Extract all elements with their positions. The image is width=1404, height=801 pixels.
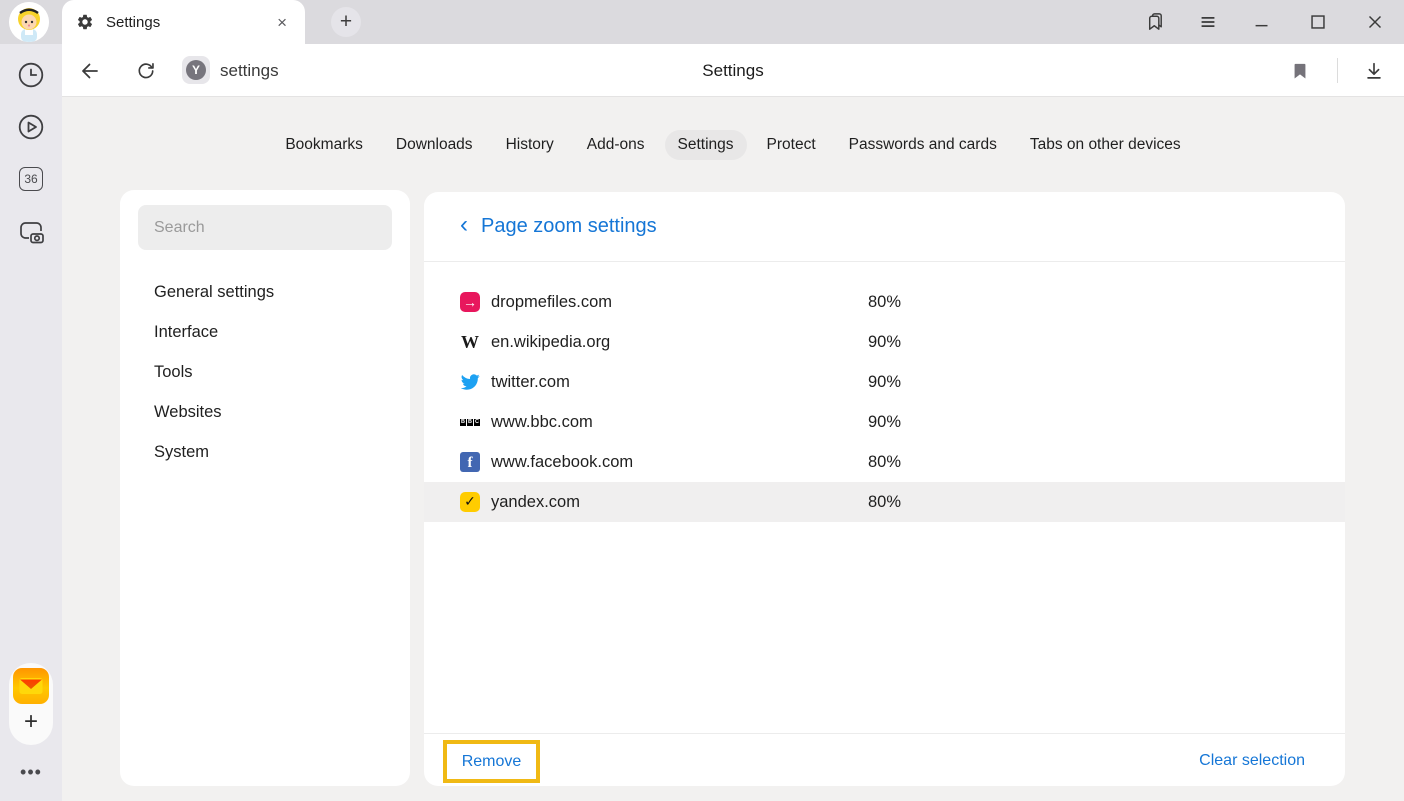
menu-icon[interactable] — [1196, 10, 1220, 34]
sidebar-item-interface[interactable]: Interface — [120, 312, 410, 352]
back-icon[interactable] — [77, 58, 103, 84]
zoom-sites-list: → W BBC f ✓ dropmefiles.com 80% → W BBC … — [424, 262, 1345, 522]
zoom-site-row[interactable]: → W BBC f ✓ www.facebook.com 80% — [424, 442, 1345, 482]
wikipedia-favicon: W — [461, 332, 479, 353]
nav-tab-add-ons[interactable]: Add-ons — [574, 130, 658, 160]
clear-selection-button[interactable]: Clear selection — [1199, 734, 1305, 787]
yandex-mail-icon[interactable] — [13, 668, 49, 704]
browser-toolbar: Y settings Settings — [62, 44, 1404, 97]
window-close-icon[interactable] — [1363, 10, 1387, 34]
zoom-site-row[interactable]: → W BBC f ✓ twitter.com 90% — [424, 362, 1345, 402]
window-minimize-icon[interactable] — [1250, 10, 1274, 34]
sidebar-item-general-settings[interactable]: General settings — [120, 272, 410, 312]
nav-tab-passwords-and-cards[interactable]: Passwords and cards — [836, 130, 1010, 160]
search-input[interactable] — [138, 205, 392, 250]
screenshot-icon[interactable] — [17, 218, 45, 246]
site-name: www.facebook.com — [491, 453, 633, 472]
toolbar-divider — [1337, 58, 1338, 83]
back-chevron-icon: ‹ — [460, 213, 468, 240]
browser-tab-settings[interactable]: Settings × — [62, 0, 305, 44]
zoom-percent: 80% — [868, 293, 901, 312]
twitter-favicon — [460, 372, 480, 392]
settings-sidebar: General settingsInterfaceToolsWebsitesSy… — [120, 190, 410, 786]
remove-button[interactable]: Remove — [462, 753, 522, 771]
sidebar-item-websites[interactable]: Websites — [120, 392, 410, 432]
zoom-percent: 90% — [868, 333, 901, 352]
zoom-site-row[interactable]: → W BBC f ✓ en.wikipedia.org 90% — [424, 322, 1345, 362]
zoom-site-row[interactable]: → W BBC f ✓ yandex.com 80% — [424, 482, 1345, 522]
selected-checkbox-icon: ✓ — [460, 492, 480, 512]
bookmark-icon[interactable] — [1287, 58, 1313, 84]
refresh-icon[interactable] — [133, 58, 159, 84]
tab-counter-icon[interactable]: 36 — [17, 165, 45, 193]
nav-tab-tabs-on-other-devices[interactable]: Tabs on other devices — [1017, 130, 1194, 160]
video-play-icon[interactable] — [17, 113, 45, 141]
downloads-icon[interactable] — [1361, 58, 1387, 84]
panel-header-back[interactable]: ‹ Page zoom settings — [424, 192, 1345, 262]
tab-close-icon[interactable]: × — [273, 12, 291, 33]
nav-tab-bookmarks[interactable]: Bookmarks — [272, 130, 376, 160]
sidebar-items: General settingsInterfaceToolsWebsitesSy… — [120, 272, 410, 472]
tab-count: 36 — [19, 167, 43, 191]
window-maximize-icon[interactable] — [1306, 10, 1330, 34]
history-clock-icon[interactable] — [17, 61, 45, 89]
zoom-site-row[interactable]: → W BBC f ✓ www.bbc.com 90% — [424, 402, 1345, 442]
gear-icon — [76, 13, 94, 31]
dropmefiles-favicon: → — [460, 292, 480, 312]
zoom-percent: 80% — [868, 453, 901, 472]
site-name: www.bbc.com — [491, 413, 593, 432]
sidebar-item-tools[interactable]: Tools — [120, 352, 410, 392]
tab-panels-icon[interactable] — [1142, 10, 1166, 34]
yandex-logo-icon: Y — [186, 60, 206, 80]
sidebar-item-system[interactable]: System — [120, 432, 410, 472]
facebook-favicon: f — [460, 452, 480, 472]
nav-tab-downloads[interactable]: Downloads — [383, 130, 486, 160]
browser-window: Settings × + 36 — [0, 0, 1404, 801]
site-name: en.wikipedia.org — [491, 333, 610, 352]
nav-tab-protect[interactable]: Protect — [754, 130, 829, 160]
panel-title: Page zoom settings — [481, 215, 657, 238]
site-name: twitter.com — [491, 373, 570, 392]
pinned-apps-pill: + — [9, 663, 53, 745]
zoom-percent: 90% — [868, 413, 901, 432]
zoom-percent: 80% — [868, 493, 901, 512]
zoom-site-row[interactable]: → W BBC f ✓ dropmefiles.com 80% — [424, 282, 1345, 322]
nav-tab-history[interactable]: History — [493, 130, 567, 160]
tab-title: Settings — [106, 14, 273, 31]
page-zoom-panel: ‹ Page zoom settings → W BBC f ✓ dropmef… — [424, 192, 1345, 786]
more-options-icon[interactable]: ••• — [0, 762, 62, 783]
tab-strip: Settings × + — [0, 0, 1404, 44]
side-rail: 36 — [0, 44, 62, 801]
tutorial-highlight-box: Remove — [443, 740, 540, 783]
profile-avatar[interactable] — [9, 2, 49, 42]
zoom-percent: 90% — [868, 373, 901, 392]
bbc-favicon: BBC — [460, 419, 480, 426]
panel-footer: Remove Clear selection — [424, 733, 1345, 786]
site-name: yandex.com — [491, 493, 580, 512]
add-app-button[interactable]: + — [9, 705, 53, 739]
address-bar[interactable]: settings — [220, 44, 279, 97]
page-favicon: Y — [182, 56, 210, 84]
settings-nav-tabs: BookmarksDownloadsHistoryAdd-onsSettings… — [62, 130, 1404, 160]
new-tab-button[interactable]: + — [331, 7, 361, 37]
nav-tab-settings[interactable]: Settings — [665, 130, 747, 160]
site-name: dropmefiles.com — [491, 293, 612, 312]
